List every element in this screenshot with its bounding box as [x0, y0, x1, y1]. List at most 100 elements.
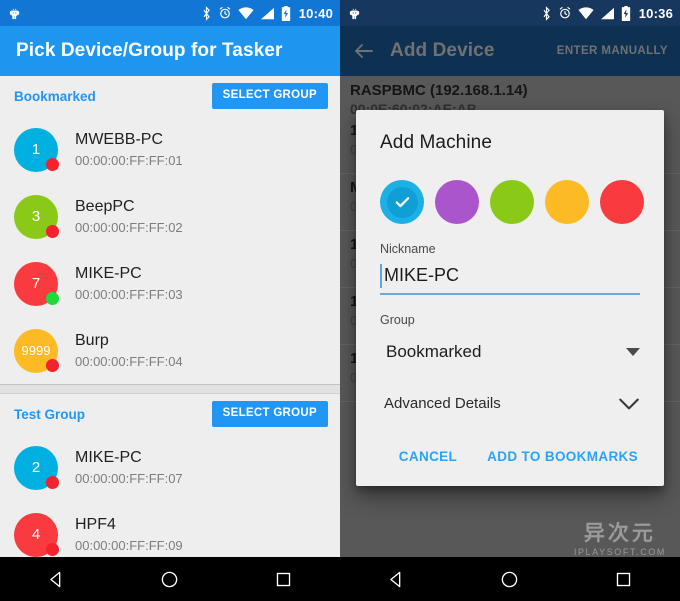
- status-dot: [46, 358, 59, 372]
- alarm-icon: [559, 6, 570, 19]
- screenshot-root: 10:40 Pick Device/Group for Tasker Bookm…: [0, 0, 680, 601]
- battery-charging-icon: [621, 5, 630, 21]
- status-bar-notifications: [8, 7, 201, 20]
- status-bar-system-icons: 10:36: [541, 5, 673, 21]
- avatar: 3: [14, 194, 59, 239]
- status-dot: [46, 157, 59, 171]
- bluetooth-icon: [203, 5, 210, 21]
- section-divider: [0, 384, 340, 394]
- device-name: HPF4: [75, 515, 116, 533]
- status-bar-notifications: [348, 7, 541, 20]
- device-mac: 00:00:00:FF:FF:01: [75, 152, 183, 168]
- device-mac: 00:00:00:FF:FF:04: [75, 353, 183, 369]
- avatar: 2: [14, 445, 59, 490]
- device-mac: 00:00:00:FF:FF:07: [75, 470, 183, 486]
- status-bar-clock: 10:40: [298, 5, 333, 21]
- list-item[interactable]: 2 MIKE-PC 00:00:00:FF:FF:07: [0, 434, 340, 501]
- battery-charging-icon: [281, 5, 290, 21]
- device-mac: 00:00:00:FF:FF:09: [75, 537, 183, 553]
- list-item-text: HPF4 00:00:00:FF:FF:09: [75, 515, 183, 555]
- navbar-left: [0, 557, 340, 601]
- home-circle-icon[interactable]: [487, 557, 533, 601]
- recents-square-icon[interactable]: [260, 557, 306, 601]
- left-phone-panel: 10:40 Pick Device/Group for Tasker Bookm…: [0, 0, 340, 601]
- list-item[interactable]: 9999 Burp 00:00:00:FF:FF:04: [0, 317, 340, 384]
- status-dot: [46, 542, 59, 556]
- list-item-text: MIKE-PC 00:00:00:FF:FF:07: [75, 448, 183, 488]
- android-robot-icon: [349, 8, 360, 19]
- nickname-input[interactable]: MIKE-PC: [380, 259, 640, 295]
- device-mac: 00:00:00:FF:FF:02: [75, 219, 183, 235]
- alarm-icon: [219, 6, 230, 19]
- recents-square-icon[interactable]: [600, 557, 646, 601]
- signal-icon: [260, 7, 274, 19]
- color-swatch-amber[interactable]: [545, 180, 589, 224]
- color-swatch-row: [380, 180, 644, 224]
- device-name: BeepPC: [75, 197, 135, 215]
- status-bar-system-icons: 10:40: [201, 5, 333, 21]
- color-swatch-green[interactable]: [490, 180, 534, 224]
- avatar: 4: [14, 512, 59, 557]
- group-dropdown[interactable]: Bookmarked: [380, 335, 640, 369]
- bluetooth-icon: [543, 5, 550, 21]
- page-title: Pick Device/Group for Tasker: [16, 40, 283, 61]
- list-item[interactable]: 3 BeepPC 00:00:00:FF:FF:02: [0, 183, 340, 250]
- status-bar-clock: 10:36: [638, 5, 673, 21]
- color-swatch-red[interactable]: [600, 180, 644, 224]
- group-label: Group: [380, 313, 415, 327]
- text-caret: [380, 264, 382, 288]
- list-item[interactable]: 1 MWEBB-PC 00:00:00:FF:FF:01: [0, 116, 340, 183]
- watermark: 异次元 IPLAYSOFT.COM: [574, 521, 666, 557]
- color-swatch-selected-ring: [386, 186, 418, 218]
- chevron-down-icon: [619, 398, 639, 409]
- select-group-button[interactable]: SELECT GROUP: [211, 401, 328, 427]
- list-item-text: MWEBB-PC 00:00:00:FF:FF:01: [75, 130, 183, 170]
- add-machine-dialog: Add Machine Nickname MIKE-PC Group Bookm…: [356, 110, 664, 486]
- navbar-right: [340, 557, 680, 601]
- color-swatch-cyan[interactable]: [380, 180, 424, 224]
- dialog-title: Add Machine: [380, 132, 493, 153]
- group-selected-value: Bookmarked: [386, 342, 482, 361]
- wifi-icon: [238, 6, 254, 19]
- device-group-list[interactable]: Bookmarked SELECT GROUP 1 MWEBB-PC 00:00…: [0, 76, 340, 601]
- select-group-button[interactable]: SELECT GROUP: [211, 83, 328, 109]
- device-name: MWEBB-PC: [75, 130, 163, 148]
- device-name: Burp: [75, 331, 109, 349]
- advanced-details-label: Advanced Details: [384, 395, 501, 412]
- chevron-down-icon: [626, 347, 640, 356]
- add-to-bookmarks-button[interactable]: ADD TO BOOKMARKS: [485, 446, 640, 468]
- android-navigation-bar: [0, 557, 680, 601]
- wifi-icon: [578, 6, 594, 19]
- right-status-bar: 10:36: [340, 0, 680, 26]
- watermark-cn: 异次元: [583, 521, 656, 545]
- nickname-label: Nickname: [380, 242, 436, 256]
- status-dot: [46, 224, 59, 238]
- avatar: 9999: [14, 328, 59, 373]
- group-name-label: Test Group: [14, 406, 86, 422]
- status-dot: [46, 475, 59, 489]
- status-dot: [46, 291, 59, 305]
- device-mac: 00:00:00:FF:FF:03: [75, 286, 183, 302]
- left-status-bar: 10:40: [0, 0, 340, 26]
- check-icon: [395, 196, 409, 207]
- group-name-label: Bookmarked: [14, 88, 96, 104]
- color-swatch-purple[interactable]: [435, 180, 479, 224]
- back-triangle-icon[interactable]: [34, 557, 80, 601]
- device-name: MIKE-PC: [75, 448, 142, 466]
- list-item-text: BeepPC 00:00:00:FF:FF:02: [75, 197, 183, 237]
- nickname-value: MIKE-PC: [384, 265, 460, 285]
- list-item-text: MIKE-PC 00:00:00:FF:FF:03: [75, 264, 183, 304]
- android-robot-icon: [9, 8, 20, 19]
- dialog-actions: CANCEL ADD TO BOOKMARKS: [380, 446, 640, 478]
- signal-icon: [600, 7, 614, 19]
- cancel-button[interactable]: CANCEL: [397, 446, 459, 468]
- advanced-details-toggle[interactable]: Advanced Details: [380, 391, 640, 416]
- right-phone-panel: 10:36 Add Device ENTER MANUALLY RASPBMC …: [340, 0, 680, 601]
- left-toolbar: Pick Device/Group for Tasker: [0, 26, 340, 76]
- home-circle-icon[interactable]: [147, 557, 193, 601]
- list-item[interactable]: 7 MIKE-PC 00:00:00:FF:FF:03: [0, 250, 340, 317]
- back-triangle-icon[interactable]: [374, 557, 420, 601]
- avatar: 1: [14, 127, 59, 172]
- avatar: 7: [14, 261, 59, 306]
- list-item-text: Burp 00:00:00:FF:FF:04: [75, 331, 183, 371]
